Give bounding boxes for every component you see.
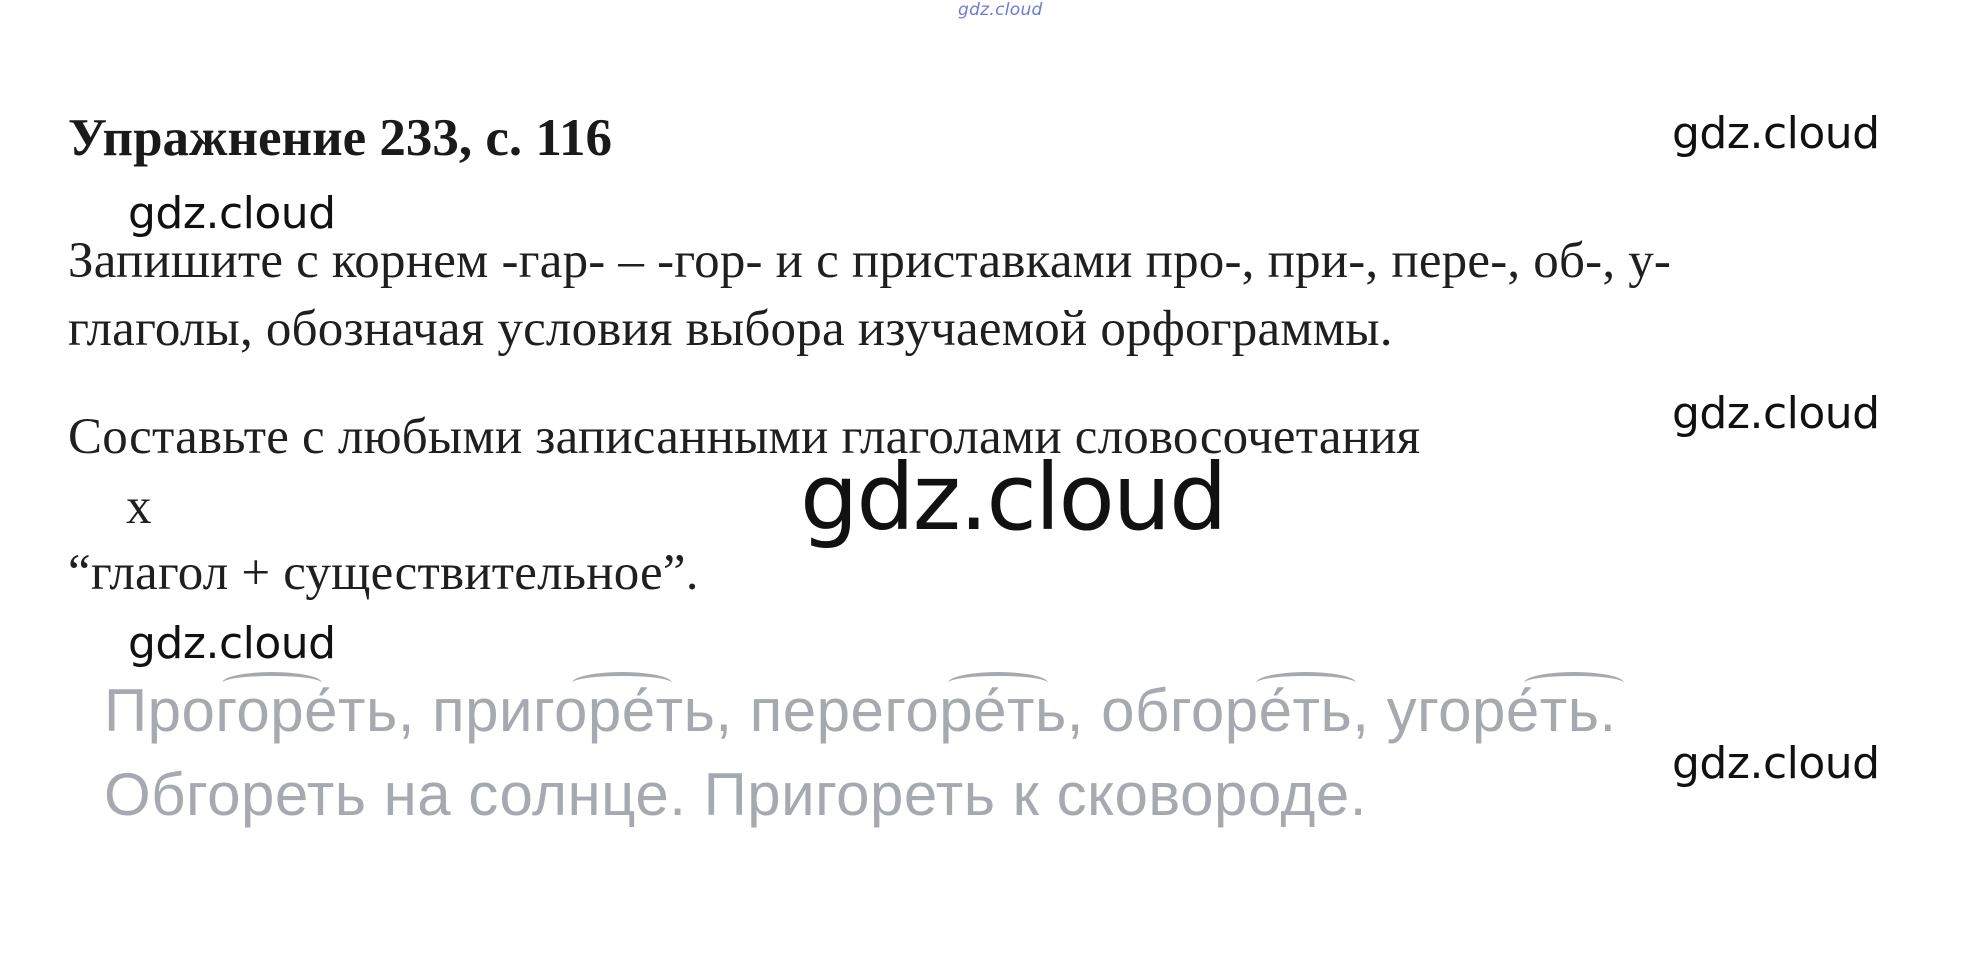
top-watermark: gdz.cloud (958, 0, 1043, 20)
task-x: x (126, 479, 152, 535)
watermark-right-1: gdz.cloud (1672, 108, 1880, 159)
watermark-center: gdz.cloud (800, 444, 1227, 551)
watermark-right-2: gdz.cloud (1672, 388, 1880, 439)
task-line-1: Запишите с корнем -гар- – -гор- и с прис… (68, 233, 1672, 289)
exercise-title: Упражнение 233, с. 116 (68, 109, 613, 167)
watermark-right-3: gdz.cloud (1672, 738, 1880, 789)
watermark-left-2: gdz.cloud (128, 618, 336, 669)
task-line-4: “глагол + существительное”. (68, 545, 699, 601)
task-line-2: глаголы, обозначая условия выбора изучае… (68, 301, 1393, 357)
answer-line-1: Прогоре́ть, пригоре́ть, перегоре́ть, обг… (104, 677, 1617, 744)
answer-line-2: Обгореть на солнце. Пригореть к сковород… (104, 761, 1367, 828)
